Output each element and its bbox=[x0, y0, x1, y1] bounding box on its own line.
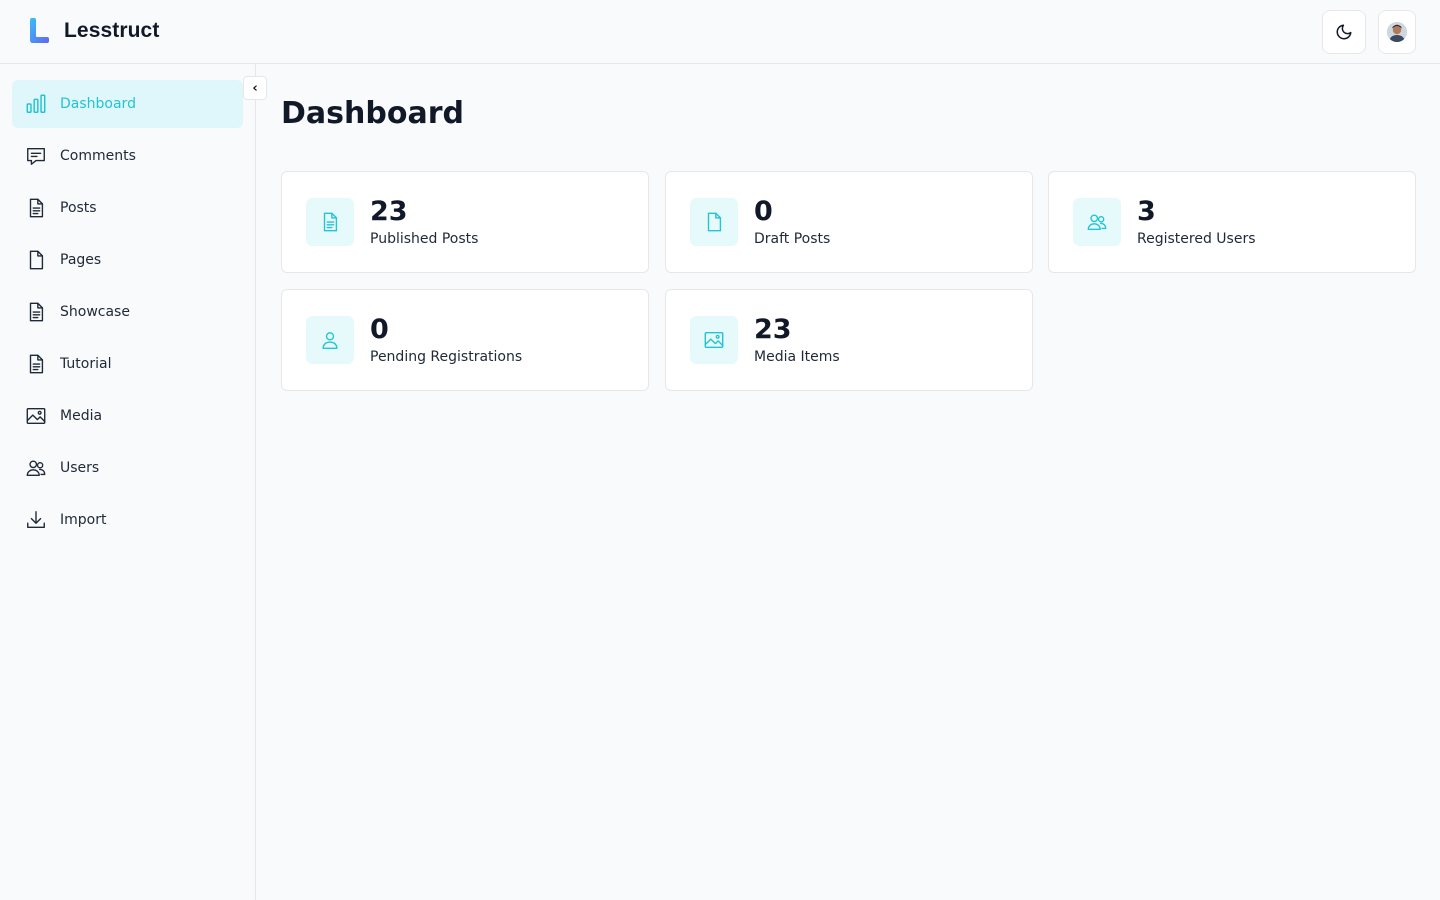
stat-label: Media Items bbox=[754, 349, 840, 365]
sidebar-item-label: Posts bbox=[60, 200, 97, 216]
sidebar-item-comments[interactable]: Comments bbox=[12, 132, 243, 180]
top-bar: Lesstruct bbox=[0, 0, 1440, 64]
stat-card-registered-users[interactable]: 3 Registered Users bbox=[1048, 171, 1416, 273]
theme-toggle-button[interactable] bbox=[1322, 10, 1366, 54]
lesstruct-logo-icon bbox=[30, 18, 49, 43]
download-icon bbox=[24, 508, 48, 532]
stat-card-draft-posts[interactable]: 0 Draft Posts bbox=[665, 171, 1033, 273]
document-icon bbox=[24, 248, 48, 272]
sidebar-item-tutorial[interactable]: Tutorial bbox=[12, 340, 243, 388]
document-text-icon bbox=[24, 352, 48, 376]
user-menu-button[interactable] bbox=[1378, 10, 1416, 54]
sidebar-collapse-button[interactable]: ‹ bbox=[243, 76, 267, 100]
sidebar-item-label: Pages bbox=[60, 252, 102, 268]
sidebar-item-posts[interactable]: Posts bbox=[12, 184, 243, 232]
document-text-icon bbox=[24, 196, 48, 220]
app-name: Lesstruct bbox=[64, 19, 160, 42]
sidebar-item-dashboard[interactable]: Dashboard bbox=[12, 80, 243, 128]
sidebar-item-label: Comments bbox=[60, 148, 136, 164]
stat-value: 3 bbox=[1137, 196, 1156, 227]
document-text-icon bbox=[306, 198, 354, 246]
sidebar-item-label: Users bbox=[60, 460, 100, 476]
image-icon bbox=[24, 404, 48, 428]
users-icon bbox=[24, 456, 48, 480]
moon-icon bbox=[1336, 24, 1352, 40]
page-title: Dashboard bbox=[281, 96, 464, 131]
stat-card-published-posts[interactable]: 23 Published Posts bbox=[281, 171, 649, 273]
bar-chart-icon bbox=[24, 92, 48, 116]
brand[interactable]: Lesstruct bbox=[28, 18, 159, 44]
user-icon bbox=[306, 316, 354, 364]
stat-value: 23 bbox=[370, 196, 408, 227]
sidebar: Dashboard Comments Posts Pages Showcase … bbox=[0, 64, 256, 900]
comment-icon bbox=[24, 144, 48, 168]
sidebar-item-label: Import bbox=[60, 512, 107, 528]
image-icon bbox=[690, 316, 738, 364]
stat-label: Published Posts bbox=[370, 231, 479, 247]
stat-card-pending-registrations[interactable]: 0 Pending Registrations bbox=[281, 289, 649, 391]
stat-card-media-items[interactable]: 23 Media Items bbox=[665, 289, 1033, 391]
stat-label: Pending Registrations bbox=[370, 349, 523, 365]
chevron-left-icon: ‹ bbox=[252, 80, 258, 96]
stat-value: 0 bbox=[754, 196, 773, 227]
document-text-icon bbox=[24, 300, 48, 324]
sidebar-nav: Dashboard Comments Posts Pages Showcase … bbox=[12, 80, 243, 548]
stat-value: 23 bbox=[754, 314, 792, 345]
sidebar-item-pages[interactable]: Pages bbox=[12, 236, 243, 284]
document-icon bbox=[690, 198, 738, 246]
stat-label: Registered Users bbox=[1137, 231, 1256, 247]
sidebar-item-label: Showcase bbox=[60, 304, 130, 320]
sidebar-item-showcase[interactable]: Showcase bbox=[12, 288, 243, 336]
sidebar-item-import[interactable]: Import bbox=[12, 496, 243, 544]
sidebar-item-users[interactable]: Users bbox=[12, 444, 243, 492]
avatar bbox=[1387, 22, 1407, 42]
stat-label: Draft Posts bbox=[754, 231, 831, 247]
sidebar-item-label: Media bbox=[60, 408, 103, 424]
sidebar-item-label: Dashboard bbox=[60, 96, 136, 112]
stat-value: 0 bbox=[370, 314, 389, 345]
users-icon bbox=[1073, 198, 1121, 246]
sidebar-item-media[interactable]: Media bbox=[12, 392, 243, 440]
sidebar-item-label: Tutorial bbox=[60, 356, 112, 372]
